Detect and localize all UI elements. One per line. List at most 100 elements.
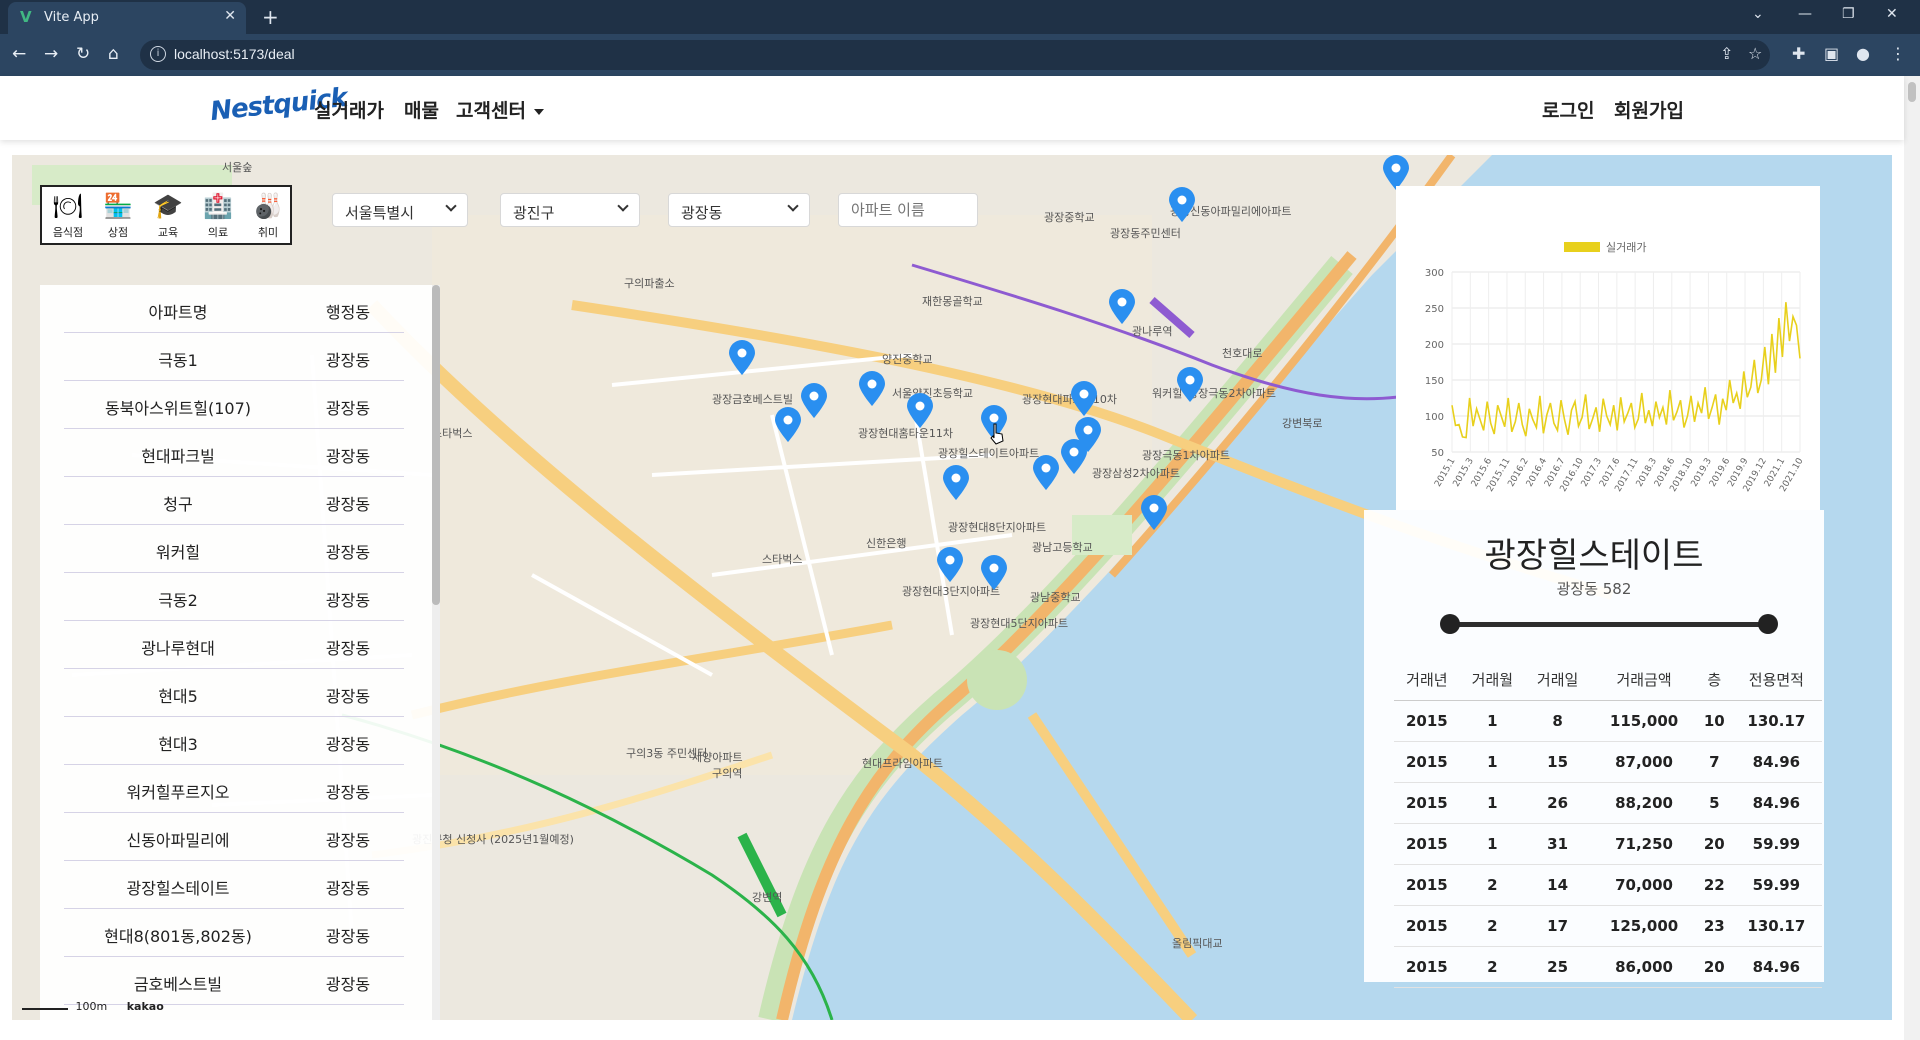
apartment-list-item[interactable]: 광장힐스테이트 광장동	[64, 861, 404, 909]
apartment-marker-pin[interactable]	[1070, 381, 1098, 417]
y-tick-label: 300	[1425, 268, 1444, 279]
apartment-list-item[interactable]: 동북아스위트힐(107) 광장동	[64, 381, 404, 429]
apartment-marker-pin[interactable]	[1108, 289, 1136, 325]
nav-customer-center[interactable]: 고객센터	[456, 96, 544, 123]
city-select[interactable]: 서울특별시	[332, 193, 468, 227]
apartment-name: 현대3	[158, 735, 198, 754]
apartment-list-scrollbar[interactable]	[432, 285, 440, 1020]
nav-realprice[interactable]: 실거래가	[314, 96, 384, 123]
browser-tab[interactable]: V Vite App ✕	[8, 2, 246, 34]
apartment-marker-pin[interactable]	[942, 465, 970, 501]
apartment-marker-pin[interactable]	[1060, 439, 1088, 475]
site-info-icon[interactable]: i	[150, 46, 166, 62]
apartment-search-input[interactable]	[838, 193, 978, 227]
apartment-list-item[interactable]: 현대3 광장동	[64, 717, 404, 765]
hobby-icon: 🎳	[253, 192, 283, 220]
apartment-dong: 광장동	[325, 543, 371, 562]
column-header: 거래금액	[1590, 660, 1698, 701]
column-header-apt-name: 아파트명	[148, 303, 208, 322]
forward-icon[interactable]: →	[44, 44, 58, 64]
browser-menu-icon[interactable]: ⋮	[1890, 44, 1906, 63]
apartment-list-item[interactable]: 극동1 광장동	[64, 333, 404, 381]
cell-area: 84.96	[1730, 946, 1822, 988]
chevron-down-icon	[445, 200, 457, 212]
apartment-list-item[interactable]: 현대8(801동,802동) 광장동	[64, 909, 404, 957]
back-icon[interactable]: ←	[12, 44, 26, 64]
reload-icon[interactable]: ↻	[76, 44, 90, 64]
home-icon[interactable]: ⌂	[108, 44, 119, 64]
apartment-marker-pin[interactable]	[1140, 495, 1168, 531]
category-restaurant[interactable]: 🍽 음식점	[44, 189, 92, 243]
signup-link[interactable]: 회원가입	[1614, 96, 1684, 123]
nav-listings[interactable]: 매물	[404, 96, 439, 123]
table-row: 2015 1 15 87,000 7 84.96	[1394, 741, 1822, 783]
apartment-dong: 광장동	[325, 639, 371, 658]
extensions-icon[interactable]: ✚	[1792, 44, 1805, 63]
tab-search-chevron-icon[interactable]: ⌄	[1752, 6, 1764, 22]
profile-avatar-icon[interactable]: ●	[1856, 44, 1870, 63]
table-row: 2015 2 17 125,000 23 130.17	[1394, 905, 1822, 947]
year-range-slider-start-handle[interactable]	[1440, 614, 1460, 634]
apartment-list-item[interactable]: 금호베스트빌 광장동	[64, 957, 404, 1005]
cell-year: 2015	[1394, 741, 1460, 783]
column-header: 층	[1697, 660, 1731, 701]
cell-amount: 70,000	[1590, 864, 1698, 906]
category-medical[interactable]: 🏥 의료	[194, 189, 242, 243]
cell-day: 14	[1525, 864, 1591, 906]
url-bar[interactable]: i localhost:5173/deal ⇪ ☆	[140, 40, 1770, 70]
year-range-slider-end-handle[interactable]	[1758, 614, 1778, 634]
apartment-list-item[interactable]: 광나루현대 광장동	[64, 621, 404, 669]
category-store[interactable]: 🏪 상점	[94, 189, 142, 243]
category-education[interactable]: 🎓 교육	[144, 189, 192, 243]
bookmark-star-icon[interactable]: ☆	[1748, 44, 1762, 63]
map-scale-and-logo: 100m kakao	[22, 1000, 164, 1013]
close-tab-icon[interactable]: ✕	[224, 8, 236, 24]
apartment-list-scrollbar-thumb[interactable]	[432, 285, 440, 605]
apartment-list-item[interactable]: 현대5 광장동	[64, 669, 404, 717]
cell-area: 84.96	[1730, 741, 1822, 783]
category-hobby[interactable]: 🎳 취미	[244, 189, 292, 243]
map-label: 현대프라임아파트	[862, 757, 943, 770]
map-label: 천호대로	[1222, 347, 1263, 360]
apartment-marker-pin[interactable]	[1168, 187, 1196, 223]
apartment-list-item[interactable]: 극동2 광장동	[64, 573, 404, 621]
year-range-slider-track[interactable]	[1448, 622, 1766, 627]
map-label: 광장중학교	[1044, 211, 1095, 224]
apartment-name: 현대8(801동,802동)	[104, 927, 252, 946]
apartment-list-item[interactable]: 신동아파밀리에 광장동	[64, 813, 404, 861]
apartment-marker-pin[interactable]	[906, 393, 934, 429]
apartment-name: 금호베스트빌	[133, 975, 223, 994]
close-window-icon[interactable]: ✕	[1886, 6, 1898, 22]
apartment-marker-pin[interactable]	[858, 371, 886, 407]
district-select[interactable]: 광진구	[500, 193, 640, 227]
page-scrollbar-thumb[interactable]	[1908, 82, 1916, 102]
apartment-list-item[interactable]: 워커힐푸르지오 광장동	[64, 765, 404, 813]
apartment-marker-pin[interactable]	[936, 547, 964, 583]
apartment-marker-pin[interactable]	[728, 340, 756, 376]
dong-select[interactable]: 광장동	[668, 193, 810, 227]
restore-icon[interactable]: ❐	[1842, 6, 1855, 22]
apartment-marker-pin[interactable]	[1032, 455, 1060, 491]
page-scrollbar[interactable]	[1904, 76, 1920, 1040]
login-link[interactable]: 로그인	[1542, 96, 1594, 123]
map-label: 광남고등학교	[1032, 541, 1093, 554]
category-toolbar: 🍽 음식점 🏪 상점 🎓 교육 🏥 의료 🎳 취미	[40, 185, 292, 245]
map-label: 스타벅스	[762, 553, 803, 566]
apartment-marker-pin[interactable]	[774, 407, 802, 443]
minimize-icon[interactable]: —	[1798, 6, 1812, 22]
apartment-list-item[interactable]: 워커힐 광장동	[64, 525, 404, 573]
share-icon[interactable]: ⇪	[1720, 44, 1733, 63]
new-tab-icon[interactable]: +	[262, 5, 279, 29]
cell-month: 2	[1459, 946, 1525, 988]
apartment-list-item[interactable]: 청구 광장동	[64, 477, 404, 525]
chart-x-ticks: 2015.12015.32015.62015.112016.22016.4201…	[1433, 456, 1806, 493]
price-chart-panel: 50 100 150 200 250 300 2015.1 2015.3 2015.6 2015…	[1396, 186, 1820, 510]
apartment-marker-pin[interactable]	[800, 383, 828, 419]
map-label: 구의파출소	[624, 277, 675, 290]
column-header: 거래월	[1459, 660, 1525, 701]
apartment-marker-pin[interactable]	[1176, 367, 1204, 403]
sidepanel-icon[interactable]: ▣	[1824, 44, 1839, 63]
app-header: Nestquick 실거래가 매물 고객센터 로그인 회원가입	[0, 76, 1904, 140]
apartment-marker-pin[interactable]	[980, 555, 1008, 591]
apartment-list-item[interactable]: 현대파크빌 광장동	[64, 429, 404, 477]
